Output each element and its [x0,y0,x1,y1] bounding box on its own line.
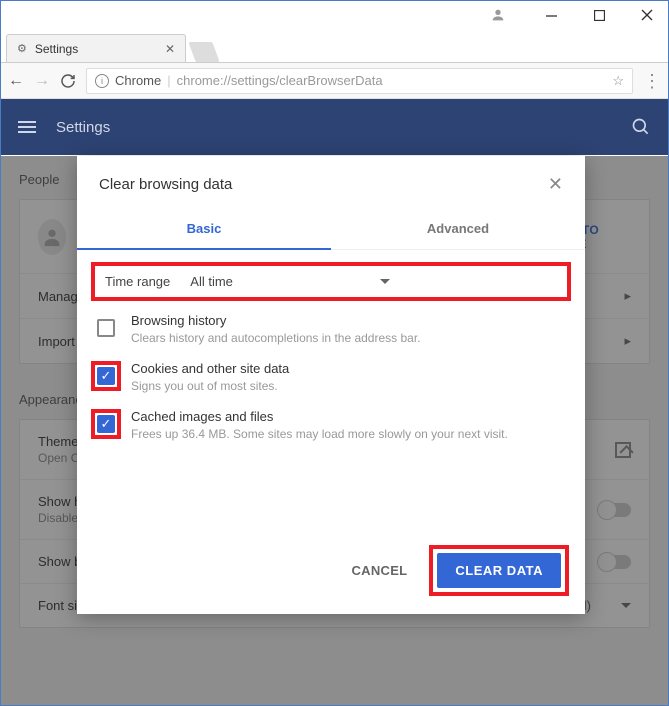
dialog-title: Clear browsing data [99,176,232,193]
time-range-row: Time range All time [91,262,571,301]
checkbox-cached[interactable]: ✓ [97,415,115,433]
time-range-label: Time range [105,274,170,289]
clear-data-button[interactable]: CLEAR DATA [437,553,561,588]
checkbox-cookies[interactable]: ✓ [97,367,115,385]
tab-basic[interactable]: Basic [77,209,331,250]
clear-browsing-data-dialog: Clear browsing data ✕ Basic Advanced Tim… [77,156,585,614]
tab-advanced[interactable]: Advanced [331,209,585,250]
option-cached[interactable]: ✓ Cached images and files Frees up 36.4 … [77,397,585,445]
time-range-select[interactable]: All time [190,274,390,289]
cancel-button[interactable]: CANCEL [337,553,421,588]
checkbox-browsing-history[interactable] [97,319,115,337]
close-dialog-button[interactable]: ✕ [548,174,563,195]
chevron-down-icon [380,279,390,284]
option-browsing-history[interactable]: Browsing history Clears history and auto… [77,301,585,349]
option-cookies[interactable]: ✓ Cookies and other site data Signs you … [77,349,585,397]
